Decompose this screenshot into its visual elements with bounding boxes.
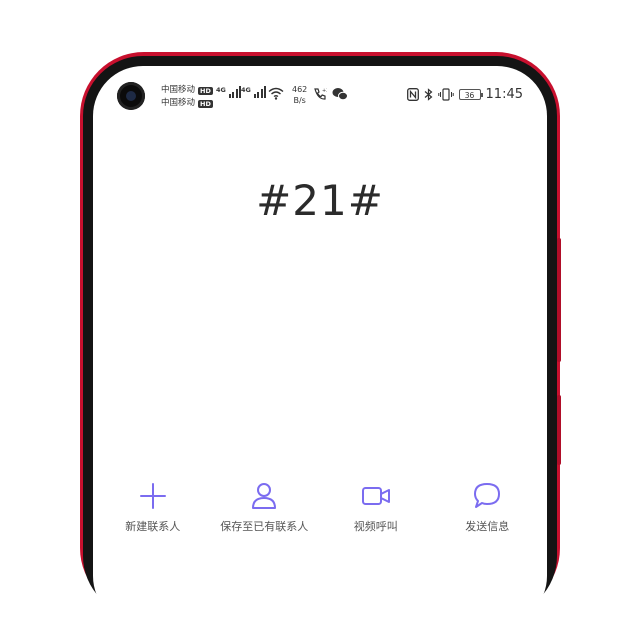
bluetooth-icon xyxy=(424,88,432,101)
video-call-label: 视频呼叫 xyxy=(353,520,398,533)
signal-icon xyxy=(253,86,267,98)
signal-group-1: 4G xyxy=(216,86,242,98)
save-to-existing-contact-button[interactable]: 保存至已有联系人 xyxy=(209,480,319,534)
vibrate-icon xyxy=(437,88,454,101)
dialed-number: #21# xyxy=(256,176,384,225)
speed-unit: B/s xyxy=(293,96,306,105)
volume-button xyxy=(557,238,561,362)
signal-group-2: 4G xyxy=(241,86,267,98)
svg-text:+2: +2 xyxy=(322,88,327,94)
carrier-info: 中国移动 HD 中国移动 HD xyxy=(161,84,213,110)
new-contact-label: 新建联系人 xyxy=(125,520,181,533)
carrier-2: 中国移动 xyxy=(161,98,196,108)
call-icon: +2 xyxy=(314,88,327,100)
save-to-existing-label: 保存至已有联系人 xyxy=(220,520,309,533)
power-button xyxy=(557,395,561,465)
send-message-label: 发送信息 xyxy=(465,520,510,533)
speed-value: 462 xyxy=(292,85,308,94)
status-bar: 中国移动 HD 中国移动 HD 4G 4G 462 B/s + 36 11:45 xyxy=(161,84,523,110)
plus-icon xyxy=(139,483,166,509)
video-call-button[interactable]: 视频呼叫 xyxy=(321,480,431,534)
send-message-button[interactable]: 发送信息 xyxy=(432,480,542,534)
phone-screen: 中国移动 HD 中国移动 HD 4G 4G 462 B/s + 36 11:45… xyxy=(93,66,547,626)
wechat-icon xyxy=(332,88,348,101)
dialer-actions: 新建联系人 保存至已有联系人 视频呼叫 发送信息 xyxy=(93,480,547,534)
status-time: 11:45 xyxy=(485,87,523,102)
status-right: 36 11:45 xyxy=(406,87,523,102)
battery-icon: 36 xyxy=(458,89,484,100)
front-camera xyxy=(117,82,145,110)
hd-badge: HD xyxy=(198,86,213,95)
wifi-icon xyxy=(268,87,284,100)
new-contact-button[interactable]: 新建联系人 xyxy=(98,480,208,534)
chat-bubble-icon xyxy=(474,483,501,508)
network-type-1: 4G xyxy=(216,86,226,94)
video-camera-icon xyxy=(361,487,390,505)
network-speed: 462 B/s xyxy=(292,84,307,106)
signal-icon xyxy=(228,86,242,98)
person-icon xyxy=(252,483,277,509)
nfc-icon xyxy=(406,88,419,101)
hd-badge: HD xyxy=(198,99,213,108)
network-type-2: 4G xyxy=(241,86,251,94)
carrier-1: 中国移动 xyxy=(161,85,196,95)
